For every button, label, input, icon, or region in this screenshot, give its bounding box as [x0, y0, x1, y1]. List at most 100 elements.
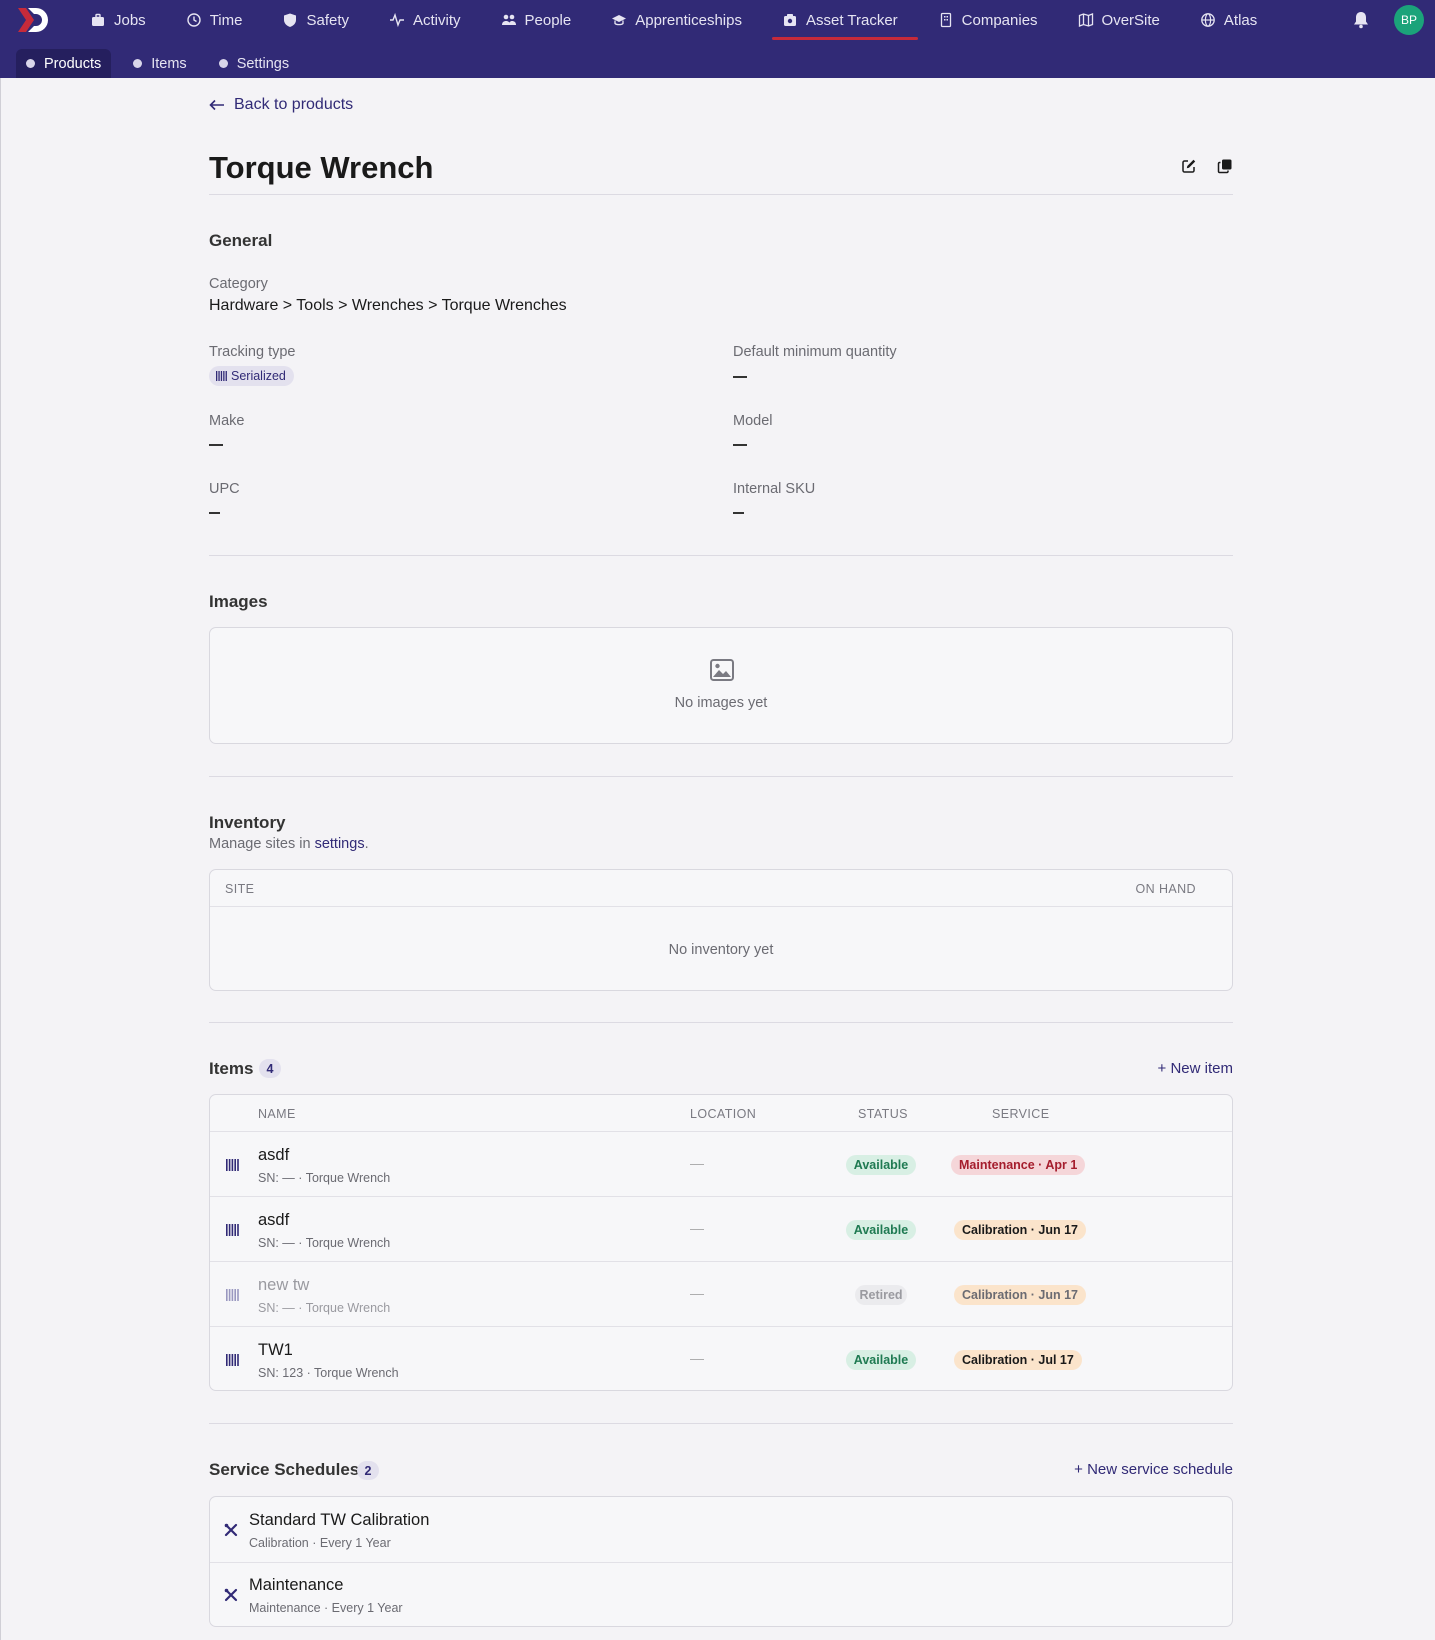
upc-label: UPC [209, 481, 240, 497]
asset-tracker-icon [783, 14, 796, 26]
back-link-label: Back to products [234, 96, 354, 113]
column-header-name: NAME [258, 1107, 296, 1121]
item-name[interactable]: asdf [258, 1146, 289, 1165]
divider [209, 776, 1233, 777]
subnav-item-settings[interactable]: Settings [209, 49, 299, 78]
table-row[interactable]: new tw SN: — · Torque Wrench — Retired C… [210, 1261, 1232, 1326]
item-location: — [690, 1220, 704, 1236]
sub-navigation: Products Items Settings [16, 49, 311, 78]
model-label: Model [733, 413, 773, 429]
barcode-icon [226, 1224, 239, 1236]
empty-value-dash [209, 444, 223, 446]
table-row[interactable]: asdf SN: — · Torque Wrench — Available M… [210, 1131, 1232, 1196]
item-subtitle: SN: — · Torque Wrench [258, 1301, 391, 1315]
inventory-manage-text: Manage sites in settings. [209, 836, 369, 852]
activity-icon [390, 12, 404, 28]
divider [209, 194, 1233, 195]
nav-item-apprenticeships[interactable]: Apprenticeships [611, 0, 760, 40]
nav-item-label: OverSite [1101, 11, 1160, 29]
barcode-icon [226, 1354, 239, 1366]
nav-item-label: Safety [306, 11, 349, 29]
nav-item-atlas[interactable]: Atlas [1200, 0, 1275, 40]
images-heading: Images [209, 592, 268, 611]
status-badge: Available [846, 1350, 916, 1370]
empty-value-dash [733, 376, 747, 378]
list-item[interactable]: Standard TW Calibration Calibration · Ev… [210, 1497, 1232, 1562]
inventory-empty-text: No inventory yet [668, 942, 774, 958]
item-name[interactable]: asdf [258, 1211, 289, 1230]
service-badge: Calibration · Jun 17 [954, 1220, 1086, 1240]
shield-icon [284, 13, 297, 27]
service-badge: Calibration · Jun 17 [954, 1285, 1086, 1305]
nav-item-time[interactable]: Time [186, 0, 261, 40]
dot-icon [133, 59, 143, 68]
divider [209, 1022, 1233, 1023]
barcode-icon [226, 1289, 239, 1301]
duplicate-icon[interactable] [1217, 158, 1233, 174]
column-header-site: SITE [225, 882, 255, 896]
table-row[interactable]: asdf SN: — · Torque Wrench — Available C… [210, 1196, 1232, 1261]
nav-item-companies[interactable]: Companies [938, 0, 1056, 40]
nav-item-asset-tracker[interactable]: Asset Tracker [771, 0, 918, 40]
empty-value-dash [209, 512, 220, 514]
nav-item-activity[interactable]: Activity [389, 0, 479, 40]
service-schedules-heading: Service Schedules [209, 1460, 360, 1479]
item-name[interactable]: TW1 [258, 1341, 293, 1360]
map-icon [1078, 13, 1093, 27]
subnav-item-label: Products [44, 55, 102, 72]
wrench-screwdriver-icon [224, 1588, 238, 1602]
user-avatar[interactable]: BP [1394, 5, 1424, 35]
items-heading: Items [209, 1059, 254, 1078]
subnav-item-items[interactable]: Items [123, 49, 196, 78]
item-location: — [690, 1155, 704, 1171]
image-placeholder-icon [710, 659, 734, 681]
column-header-on-hand: ON HAND [1135, 882, 1196, 896]
divider [209, 555, 1233, 556]
table-row[interactable]: TW1 SN: 123 · Torque Wrench — Available … [210, 1326, 1232, 1391]
app-logo[interactable] [16, 6, 52, 34]
nav-item-label: Jobs [114, 11, 146, 29]
inventory-heading: Inventory [209, 813, 286, 832]
nav-item-oversite[interactable]: OverSite [1078, 0, 1178, 40]
items-count-badge: 4 [259, 1059, 281, 1078]
barcode-icon [226, 1159, 239, 1171]
status-badge: Available [846, 1220, 916, 1240]
nav-item-label: Atlas [1223, 11, 1258, 29]
images-dropzone[interactable]: No images yet [209, 627, 1233, 744]
new-item-button[interactable]: + New item [1158, 1060, 1233, 1077]
item-subtitle: SN: — · Torque Wrench [258, 1171, 391, 1185]
list-item[interactable]: Maintenance Maintenance · Every 1 Year [210, 1562, 1232, 1627]
nav-item-label: People [524, 11, 572, 29]
default-min-qty-label: Default minimum quantity [733, 344, 897, 360]
arrow-left-icon [209, 99, 224, 111]
item-name[interactable]: new tw [258, 1276, 309, 1295]
notifications-bell-icon[interactable] [1350, 9, 1372, 31]
graduation-cap-icon [612, 15, 627, 26]
make-label: Make [209, 413, 245, 429]
back-to-products-link[interactable]: Back to products [209, 96, 353, 114]
service-badge: Maintenance · Apr 1 [951, 1155, 1086, 1175]
status-badge: Available [846, 1155, 916, 1175]
images-empty-text: No images yet [674, 695, 768, 711]
manage-prefix: Manage sites in [209, 836, 315, 852]
item-location: — [690, 1350, 704, 1366]
edit-icon[interactable] [1181, 158, 1197, 174]
wrench-screwdriver-icon [224, 1523, 238, 1537]
table-header-divider [210, 906, 1232, 907]
subnav-item-label: Settings [236, 55, 290, 72]
nav-item-label: Time [209, 11, 243, 29]
status-badge: Retired [855, 1285, 907, 1305]
item-location: — [690, 1285, 704, 1301]
nav-item-safety[interactable]: Safety [282, 0, 367, 40]
nav-item-jobs[interactable]: Jobs [90, 0, 164, 40]
briefcase-icon [92, 13, 104, 26]
empty-value-dash [733, 512, 744, 514]
subnav-item-products[interactable]: Products [16, 49, 112, 78]
schedule-name: Maintenance [249, 1576, 344, 1594]
category-value: Hardware > Tools > Wrenches > Torque Wre… [209, 297, 567, 314]
new-service-schedule-button[interactable]: + New service schedule [1074, 1461, 1233, 1478]
people-icon [501, 14, 516, 25]
nav-item-people[interactable]: People [501, 0, 590, 40]
title-actions [1181, 158, 1233, 174]
settings-link[interactable]: settings [315, 836, 365, 852]
